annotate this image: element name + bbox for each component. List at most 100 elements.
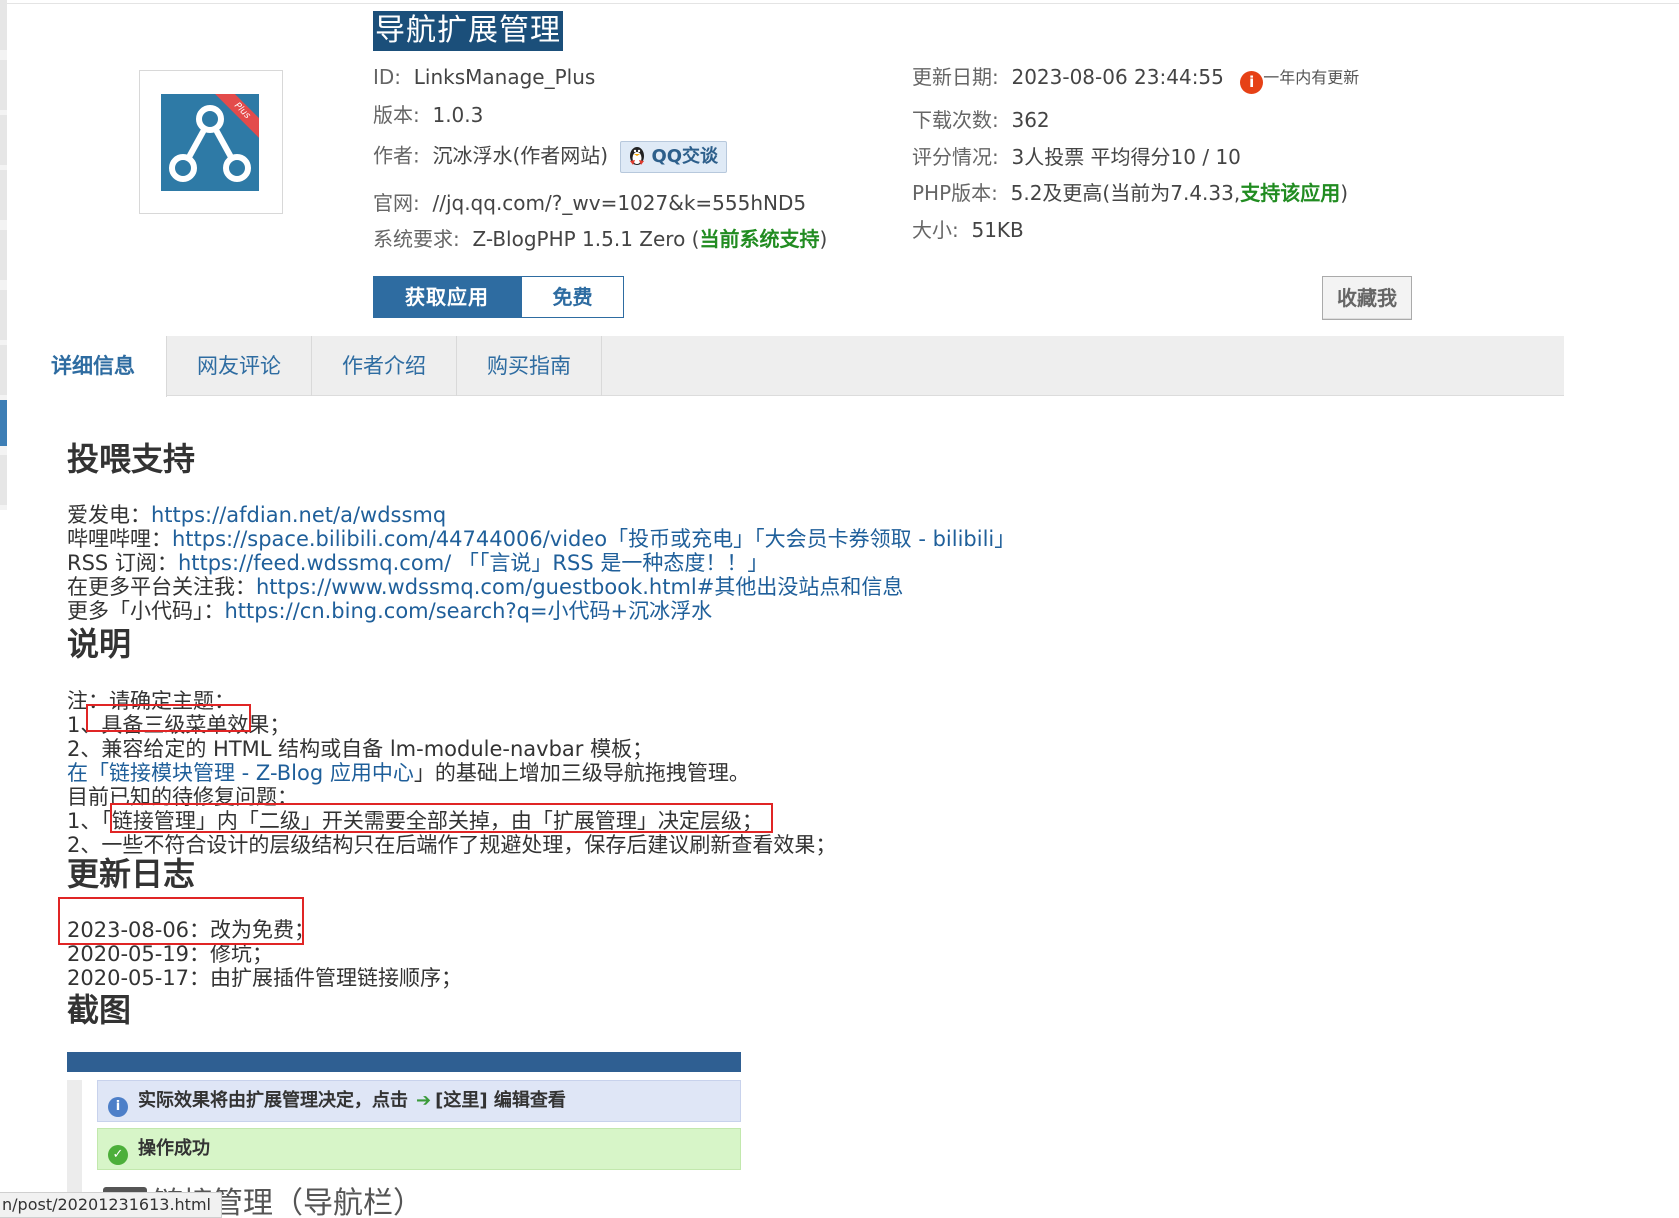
tab-author[interactable]: 作者介绍 bbox=[312, 336, 457, 396]
support-line: 爱发电：https://afdian.net/a/wdssmq bbox=[67, 503, 446, 527]
left-strip-block bbox=[0, 345, 7, 395]
update-label: 更新日期: bbox=[912, 65, 999, 89]
screenshots-heading: 截图 bbox=[67, 991, 132, 1029]
price-button[interactable]: 免费 bbox=[521, 276, 624, 318]
highlight-box bbox=[58, 897, 304, 945]
desc-suffix: 」的基础上增加三级导航拖拽管理。 bbox=[413, 761, 750, 785]
tab-details[interactable]: 详细信息 bbox=[20, 336, 167, 397]
author-link[interactable]: 沉冰浮水(作者网站) bbox=[432, 144, 608, 168]
tab-purchase-guide[interactable]: 购买指南 bbox=[457, 336, 602, 396]
tab-comments[interactable]: 网友评论 bbox=[167, 336, 312, 396]
screenshot-header-bar bbox=[67, 1052, 741, 1072]
site-label: 官网: bbox=[373, 191, 420, 215]
left-strip-block bbox=[0, 0, 7, 50]
qq-chat-label: QQ交谈 bbox=[651, 146, 719, 167]
screenshot-success-alert: ✓ 操作成功 bbox=[97, 1128, 741, 1170]
left-strip-block bbox=[0, 230, 7, 280]
support-line: 在更多平台关注我：https://www.wdssmq.com/guestboo… bbox=[67, 575, 903, 599]
support-line: 哔哩哔哩：https://space.bilibili.com/44744006… bbox=[67, 527, 1015, 551]
left-strip-block bbox=[0, 115, 7, 165]
php-close: ) bbox=[1340, 181, 1349, 205]
plugin-rating: 评分情况: 3人投票 平均得分10 / 10 bbox=[912, 143, 1241, 171]
left-strip-block bbox=[0, 60, 7, 110]
info-alert-link[interactable]: [这里] bbox=[435, 1090, 487, 1111]
left-strip-block bbox=[0, 290, 7, 340]
plugin-size: 大小: 51KB bbox=[912, 216, 1024, 244]
support-heading: 投喂支持 bbox=[67, 440, 196, 478]
changelog-line: 2020-05-17：由扩展插件管理链接顺序； bbox=[67, 966, 463, 990]
req-label: 系统要求: bbox=[373, 227, 460, 251]
rating-label: 评分情况: bbox=[912, 145, 999, 169]
info-alert-text: 实际效果将由扩展管理决定，点击 bbox=[138, 1090, 408, 1111]
plugin-website: 官网: //jq.qq.com/?_wv=1027&k=555hND5 bbox=[373, 189, 806, 217]
info-icon: i bbox=[1240, 71, 1264, 94]
favorite-button[interactable]: 收藏我 bbox=[1322, 276, 1412, 320]
success-alert-text: 操作成功 bbox=[138, 1138, 210, 1159]
size-value: 51KB bbox=[971, 218, 1024, 242]
support-prefix: RSS 订阅： bbox=[67, 551, 178, 575]
plugin-logo: Plus bbox=[161, 94, 259, 191]
plugin-id: ID: LinksManage_Plus bbox=[373, 63, 595, 91]
top-divider bbox=[0, 3, 1679, 4]
qq-chat-button[interactable]: QQ交谈 bbox=[620, 141, 728, 173]
desc-link[interactable]: 链接模块管理 - Z-Blog 应用中心 bbox=[109, 761, 414, 785]
support-prefix: 在更多平台关注我： bbox=[67, 575, 256, 599]
author-label: 作者: bbox=[373, 143, 420, 168]
plugin-title: 导航扩展管理 bbox=[373, 11, 563, 51]
left-side-strip bbox=[0, 0, 7, 510]
penguin-icon bbox=[630, 147, 645, 165]
plugin-php-version: PHP版本: 5.2及更高(当前为7.4.33,支持该应用) bbox=[912, 179, 1348, 207]
info-icon: i bbox=[108, 1097, 128, 1117]
detail-tabbar: 详细信息 网友评论 作者介绍 购买指南 bbox=[20, 336, 1564, 397]
php-support-status: 支持该应用 bbox=[1240, 181, 1341, 205]
update-value: 2023-08-06 23:44:55 bbox=[1011, 65, 1224, 89]
version-value: 1.0.3 bbox=[432, 103, 484, 127]
highlight-box bbox=[86, 704, 251, 732]
support-link[interactable]: https://feed.wdssmq.com/ 「「言说」RSS 是一种态度！… bbox=[178, 551, 768, 575]
get-app-button[interactable]: 获取应用 bbox=[373, 276, 521, 318]
info-alert-after: 编辑查看 bbox=[487, 1090, 566, 1111]
plugin-logo-frame: Plus bbox=[139, 70, 283, 214]
desc-line: 2、兼容给定的 HTML 结构或自备 lm-module-navbar 模板； bbox=[67, 737, 654, 761]
req-close: ) bbox=[819, 227, 828, 251]
plugin-version: 版本: 1.0.3 bbox=[373, 101, 483, 129]
desc-line: 在「链接模块管理 - Z-Blog 应用中心」的基础上增加三级导航拖拽管理。 bbox=[67, 761, 750, 785]
highlight-box bbox=[110, 803, 773, 833]
support-prefix: 爱发电： bbox=[67, 503, 151, 527]
rating-value: 3人投票 平均得分10 / 10 bbox=[1011, 145, 1241, 169]
downloads-value: 362 bbox=[1011, 108, 1050, 132]
php-label: PHP版本: bbox=[912, 181, 998, 205]
arrow-right-icon: ➔ bbox=[416, 1090, 432, 1111]
desc-prefix: 在「 bbox=[67, 761, 109, 785]
php-value: 5.2及更高(当前为7.4.33, bbox=[1010, 181, 1241, 205]
version-label: 版本: bbox=[373, 103, 420, 127]
changelog-heading: 更新日志 bbox=[67, 855, 196, 893]
support-prefix: 哔哩哔哩： bbox=[67, 527, 172, 551]
support-link[interactable]: https://space.bilibili.com/44744006/vide… bbox=[172, 527, 1015, 551]
plugin-downloads: 下载次数: 362 bbox=[912, 106, 1050, 134]
left-strip-block bbox=[0, 170, 7, 220]
downloads-label: 下载次数: bbox=[912, 108, 999, 132]
plugin-update-date: 更新日期: 2023-08-06 23:44:55 i 一年内有更新 bbox=[912, 63, 1359, 94]
check-icon: ✓ bbox=[108, 1145, 128, 1165]
id-value: LinksManage_Plus bbox=[413, 65, 596, 89]
description-heading: 说明 bbox=[67, 625, 132, 663]
id-label: ID: bbox=[373, 65, 402, 89]
site-link[interactable]: //jq.qq.com/?_wv=1027&k=555hND5 bbox=[432, 191, 806, 215]
screenshot-info-alert: i 实际效果将由扩展管理决定，点击 ➔ [这里] 编辑查看 bbox=[97, 1080, 741, 1122]
support-prefix: 更多「小代码」： bbox=[67, 599, 225, 623]
left-strip-active bbox=[0, 400, 7, 446]
req-support-status: 当前系统支持 bbox=[699, 227, 820, 251]
changelog-line: 2020-05-19：修坑； bbox=[67, 942, 274, 966]
left-strip-block bbox=[0, 455, 7, 505]
plugin-requirements: 系统要求: Z-BlogPHP 1.5.1 Zero (当前系统支持) bbox=[373, 225, 827, 253]
update-note: 一年内有更新 bbox=[1263, 68, 1360, 87]
size-label: 大小: bbox=[912, 218, 959, 242]
plugin-author: 作者: 沉冰浮水(作者网站) QQ交谈 bbox=[373, 141, 728, 173]
browser-status-bar: n/post/20201231613.html bbox=[0, 1192, 222, 1218]
support-line: RSS 订阅：https://feed.wdssmq.com/ 「「言说」RSS… bbox=[67, 551, 768, 575]
req-value: Z-BlogPHP 1.5.1 Zero ( bbox=[472, 227, 700, 251]
support-link[interactable]: https://cn.bing.com/search?q=小代码+沉冰浮水 bbox=[225, 599, 713, 623]
support-link[interactable]: https://afdian.net/a/wdssmq bbox=[151, 503, 446, 527]
support-link[interactable]: https://www.wdssmq.com/guestbook.html#其他… bbox=[256, 575, 903, 599]
